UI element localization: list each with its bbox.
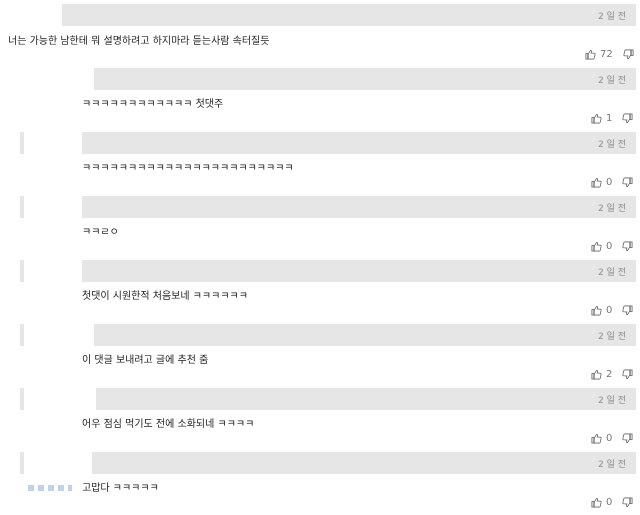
thumbs-down-icon[interactable] — [622, 433, 633, 444]
thumbs-up-icon[interactable] — [591, 369, 602, 380]
avatar-placeholder — [20, 68, 94, 90]
avatar-placeholder — [24, 452, 92, 474]
comment-text: ㅋㅋㄹㅇ — [82, 227, 119, 238]
comment-time: 2 일 전 — [597, 76, 626, 86]
comment-header: 2 일 전 — [20, 132, 636, 154]
avatar-placeholder — [24, 388, 96, 410]
comment-text: ㅋㅋㅋㅋㅋㅋㅋㅋㅋㅋㅋㅋ 첫댓주 — [82, 99, 224, 110]
avatar-placeholder — [4, 4, 62, 26]
comment-text: ㅋㅋㅋㅋㅋㅋㅋㅋㅋㅋㅋㅋㅋㅋㅋㅋㅋㅋㅋㅋㅋㅋㅋ — [82, 163, 294, 174]
like-count: 72 — [600, 49, 613, 60]
comment-header: 2 일 전 — [20, 452, 636, 474]
like-count: 0 — [606, 305, 613, 316]
thumbs-down-icon[interactable] — [622, 113, 633, 124]
avatar-placeholder — [24, 196, 82, 218]
comment-time: 2 일 전 — [597, 332, 626, 342]
comment-header: 2 일 전 — [20, 68, 636, 90]
comment-votes: 0 — [591, 177, 633, 188]
comment-time: 2 일 전 — [597, 268, 626, 278]
comment-text: 첫댓이 시원한적 처음보네 ㅋㅋㅋㅋㅋㅋ — [82, 291, 248, 302]
comment-votes: 0 — [591, 497, 633, 508]
thumbs-down-icon[interactable] — [622, 369, 633, 380]
comment-header: 2 일 전 — [20, 260, 636, 282]
avatar-placeholder — [24, 132, 82, 154]
like-count: 0 — [606, 241, 613, 252]
comment-votes: 0 — [591, 305, 633, 316]
comment-header: 2 일 전 — [4, 4, 636, 26]
comment-text: 고맙다 ㅋㅋㅋㅋㅋ — [82, 483, 159, 494]
thumbs-up-icon[interactable] — [591, 497, 602, 508]
comment-text: 이 댓글 보내려고 글에 추천 줌 — [82, 355, 209, 366]
thumbs-up-icon[interactable] — [591, 305, 602, 316]
comment-time: 2 일 전 — [597, 12, 626, 22]
like-count: 0 — [606, 497, 613, 508]
comment-time: 2 일 전 — [597, 140, 626, 150]
thumbs-up-icon[interactable] — [585, 49, 596, 60]
thumbs-up-icon[interactable] — [591, 241, 602, 252]
comment-text: 너는 가능한 남한테 뭐 설명하려고 하지마라 듣는사람 속터질듯 — [8, 36, 270, 47]
comment-time: 2 일 전 — [597, 204, 626, 214]
avatar-placeholder — [24, 260, 82, 282]
thumbs-up-icon[interactable] — [591, 177, 602, 188]
comment-votes: 72 — [585, 49, 634, 60]
thumbs-down-icon[interactable] — [622, 497, 633, 508]
thumbs-down-icon[interactable] — [622, 177, 633, 188]
thumbs-up-icon[interactable] — [591, 433, 602, 444]
comment-header: 2 일 전 — [20, 388, 636, 410]
blurred-username — [28, 485, 72, 491]
thumbs-down-icon[interactable] — [622, 305, 633, 316]
comment-votes: 0 — [591, 241, 633, 252]
like-count: 1 — [606, 113, 613, 124]
comment-header: 2 일 전 — [20, 324, 636, 346]
comment-text: 어우 점심 먹기도 전에 소화되네 ㅋㅋㅋㅋ — [82, 419, 255, 430]
comment-time: 2 일 전 — [597, 396, 626, 406]
thumbs-down-icon[interactable] — [622, 241, 633, 252]
comment-time: 2 일 전 — [597, 460, 626, 470]
like-count: 0 — [606, 177, 613, 188]
thumbs-down-icon[interactable] — [623, 49, 634, 60]
like-count: 2 — [606, 369, 613, 380]
comment-votes: 0 — [591, 433, 633, 444]
comment-votes: 1 — [591, 113, 633, 124]
thumbs-up-icon[interactable] — [591, 113, 602, 124]
avatar-placeholder — [24, 324, 94, 346]
like-count: 0 — [606, 433, 613, 444]
comment-header: 2 일 전 — [20, 196, 636, 218]
comment-votes: 2 — [591, 369, 633, 380]
